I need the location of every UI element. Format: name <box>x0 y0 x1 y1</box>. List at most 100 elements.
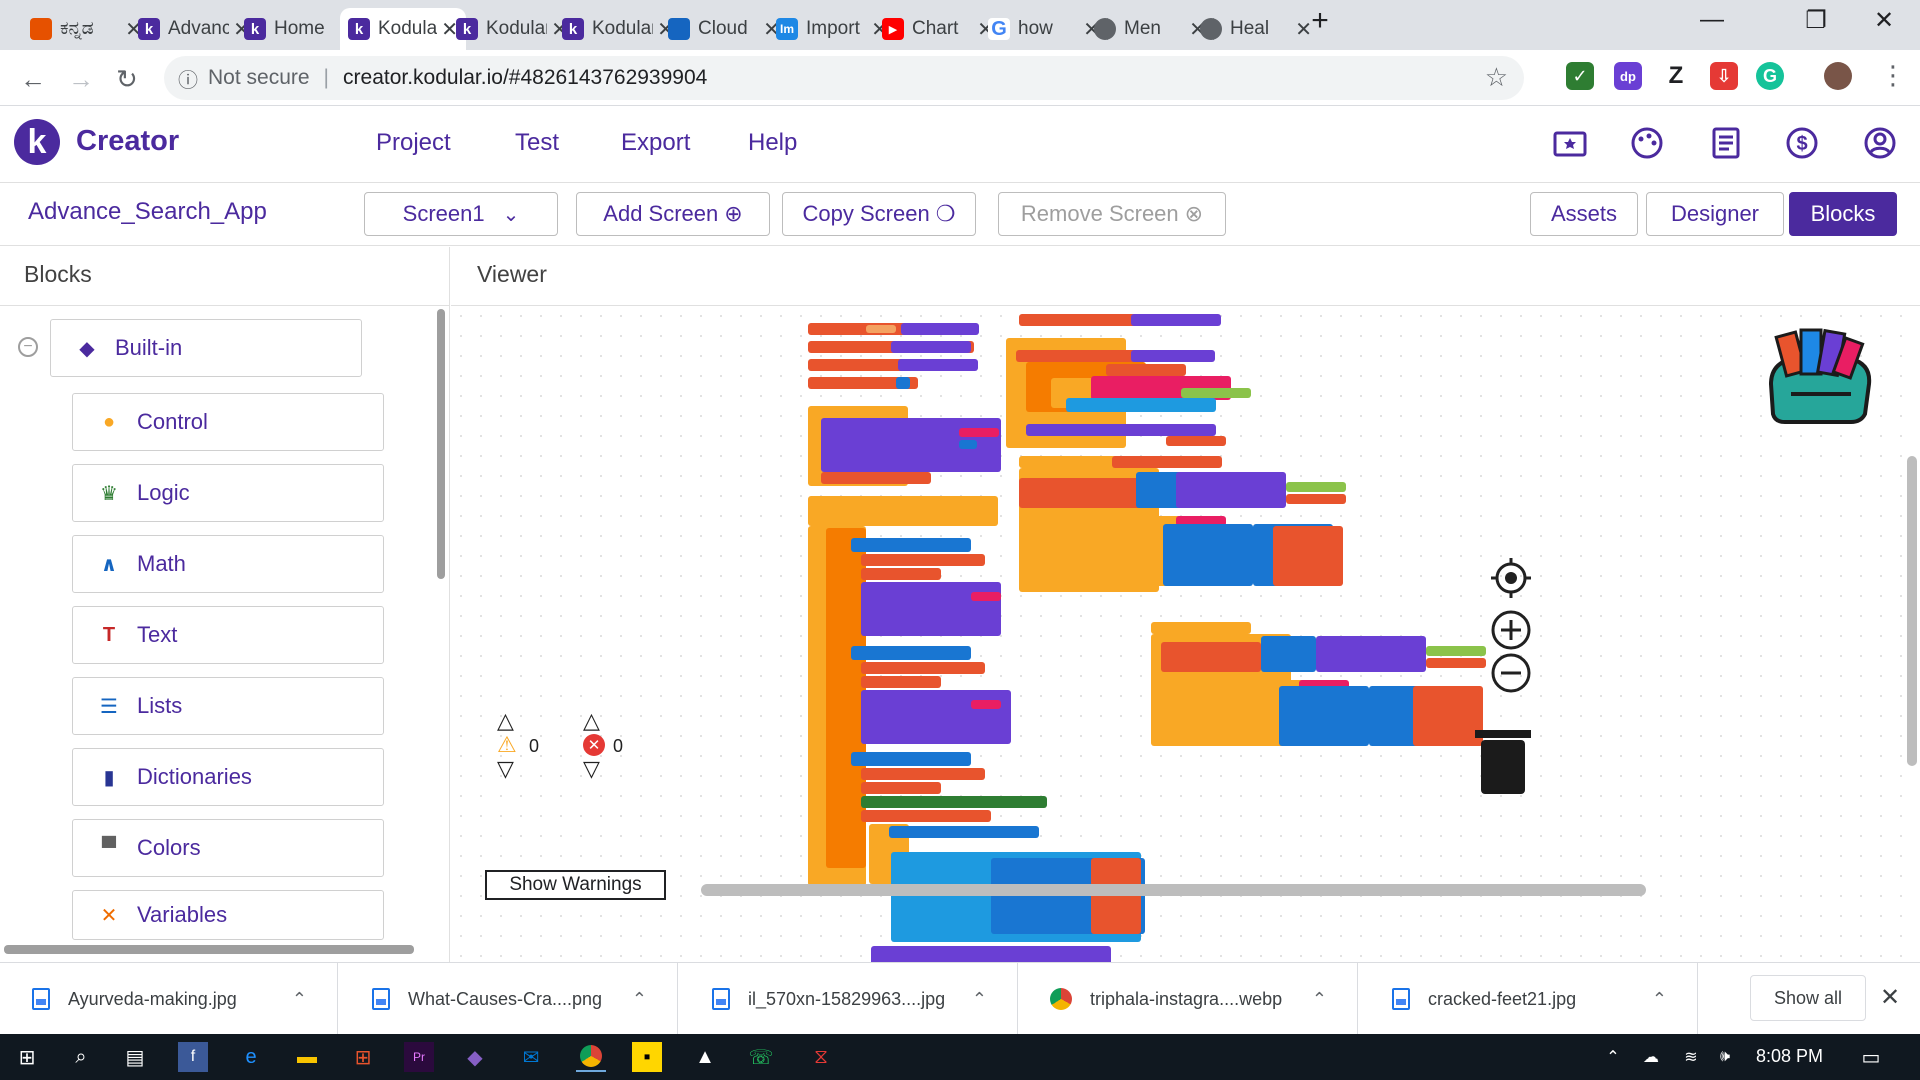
extension-icon[interactable]: ✓ <box>1566 62 1594 90</box>
chevron-up-icon[interactable]: ⌃ <box>972 989 987 1010</box>
block-create-empty-list[interactable] <box>891 341 971 353</box>
block-set-visible[interactable] <box>861 796 1047 808</box>
window-close-icon[interactable]: ✕ <box>1864 6 1904 35</box>
block-create-empty-list[interactable] <box>901 323 979 335</box>
palette-item-dictionaries[interactable]: ▮ Dictionaries <box>72 748 384 806</box>
trash-icon[interactable] <box>1471 724 1535 796</box>
block-event-got-column[interactable] <box>808 496 998 526</box>
address-bar[interactable]: ⓘ Not secure | creator.kodular.io/#48261… <box>164 56 1524 100</box>
block-compare[interactable] <box>851 646 971 660</box>
store-icon[interactable]: ⊞ <box>348 1042 378 1072</box>
sticky-notes-icon[interactable]: ▪ <box>632 1042 662 1072</box>
warnings-down-arrow-icon[interactable]: ▽ <box>497 756 514 782</box>
palette-item-lists[interactable]: ☰ Lists <box>72 677 384 735</box>
block-compare[interactable] <box>851 538 971 552</box>
remove-screen-button[interactable]: Remove Screen ⊗ <box>998 192 1226 236</box>
block-initialize-local[interactable] <box>1016 350 1146 362</box>
block-add-items-to-list[interactable] <box>1066 398 1216 412</box>
network-icon[interactable]: ☁ <box>1636 1042 1666 1072</box>
chevron-up-icon[interactable]: ⌃ <box>1312 989 1327 1010</box>
file-explorer-icon[interactable]: ▬ <box>292 1042 322 1072</box>
errors-up-arrow-icon[interactable]: △ <box>583 708 600 734</box>
menu-help[interactable]: Help <box>748 129 797 157</box>
account-icon[interactable] <box>1860 123 1900 163</box>
block-initialize-local[interactable] <box>861 810 991 822</box>
backpack-icon[interactable] <box>1761 324 1875 424</box>
add-screen-button[interactable]: Add Screen ⊕ <box>576 192 770 236</box>
download-item[interactable]: What-Causes-Cra....png ⌃ <box>340 963 678 1035</box>
z-extension-icon[interactable]: Z <box>1662 62 1690 90</box>
profile-avatar[interactable] <box>1824 62 1852 90</box>
block-compare[interactable] <box>851 752 971 766</box>
block-set-global[interactable] <box>1161 642 1261 672</box>
documentation-icon[interactable] <box>1705 123 1745 163</box>
blocks-workspace[interactable]: △ ⚠ 0 ▽ △ ✕ 0 ▽ <box>451 305 1920 962</box>
palette-scrollbar[interactable] <box>437 309 445 579</box>
palette-horizontal-scrollbar[interactable] <box>4 945 414 954</box>
errors-down-arrow-icon[interactable]: ▽ <box>583 756 600 782</box>
dollar-icon[interactable]: $ <box>1782 123 1822 163</box>
block-set-global[interactable] <box>861 768 985 780</box>
kodular-logo[interactable]: k <box>14 119 60 165</box>
screen-select[interactable]: Screen1 ⌄ <box>364 192 558 236</box>
chevron-up-icon[interactable]: ⌃ <box>632 989 647 1010</box>
new-tab-button[interactable]: + <box>1300 4 1340 38</box>
show-all-downloads-button[interactable]: Show all <box>1750 975 1866 1021</box>
palette-item-math[interactable]: ∧ Math <box>72 535 384 593</box>
workspace-horizontal-scrollbar[interactable] <box>701 884 1646 896</box>
block-event-icon-click[interactable] <box>1151 622 1251 634</box>
block-set-global[interactable] <box>861 676 941 688</box>
palette-item-colors[interactable]: ▀ Colors <box>72 819 384 877</box>
download-item[interactable]: cracked-feet21.jpg ⌃ <box>1360 963 1698 1035</box>
copy-screen-button[interactable]: Copy Screen ❍ <box>782 192 976 236</box>
block-create-empty-list[interactable] <box>1131 314 1221 326</box>
mail-icon[interactable]: ✉ <box>516 1042 546 1072</box>
visual-studio-icon[interactable]: ◆ <box>460 1042 490 1072</box>
minimize-icon[interactable]: — <box>1692 6 1732 34</box>
workspace-vertical-scrollbar[interactable] <box>1907 456 1917 766</box>
download-extension-icon[interactable]: ⇩ <box>1710 62 1738 90</box>
palette-icon[interactable] <box>1627 123 1667 163</box>
menu-test[interactable]: Test <box>515 129 559 157</box>
block-spreadsheet-get-column[interactable] <box>861 690 1011 744</box>
whatsapp-icon[interactable]: ☏ <box>746 1042 776 1072</box>
palette-item-control[interactable]: ● Control <box>72 393 384 451</box>
blocks-button[interactable]: Blocks <box>1789 192 1897 236</box>
folder-star-icon[interactable] <box>1550 123 1590 163</box>
block-set-global[interactable] <box>861 782 941 794</box>
menu-dots-icon[interactable]: ⋮ <box>1880 60 1906 91</box>
recenter-icon[interactable] <box>1489 556 1533 600</box>
grammarly-icon[interactable]: G <box>1756 62 1784 90</box>
block-set-global[interactable] <box>861 662 985 674</box>
palette-item-text[interactable]: T Text <box>72 606 384 664</box>
block-create-empty-list[interactable] <box>1131 350 1215 362</box>
url-text[interactable]: creator.kodular.io/#4826143762939904 <box>343 66 707 90</box>
notifications-icon[interactable]: ▭ <box>1856 1042 1886 1072</box>
restore-icon[interactable]: ❐ <box>1796 6 1836 35</box>
palette-item-logic[interactable]: ♛ Logic <box>72 464 384 522</box>
download-item[interactable]: il_570xn-15829963....jpg ⌃ <box>680 963 1018 1035</box>
menu-project[interactable]: Project <box>376 129 451 157</box>
block-coin-tree-set[interactable] <box>1026 424 1216 436</box>
extension-icon[interactable]: dp <box>1614 62 1642 90</box>
warnings-up-arrow-icon[interactable]: △ <box>497 708 514 734</box>
search-icon[interactable]: ⌕ <box>66 1042 96 1072</box>
close-downloads-icon[interactable]: ✕ <box>1880 983 1900 1012</box>
block-coin-tree-initialize-scroll[interactable] <box>871 946 1111 962</box>
block-number[interactable] <box>896 377 910 389</box>
info-icon[interactable]: ⓘ <box>178 64 198 93</box>
menu-export[interactable]: Export <box>621 129 690 157</box>
block-spreadsheet-get-column[interactable] <box>861 582 1001 636</box>
windows-start-icon[interactable]: ⊞ <box>12 1042 42 1072</box>
block-event-element-click[interactable] <box>1019 456 1119 468</box>
photos-icon[interactable]: ▲ <box>690 1042 720 1072</box>
download-item[interactable]: triphala-instagra....webp ⌃ <box>1020 963 1358 1035</box>
palette-item-variables[interactable]: ✕ Variables <box>72 890 384 940</box>
show-warnings-button[interactable]: Show Warnings <box>485 870 666 900</box>
download-item[interactable]: Ayurveda-making.jpg ⌃ <box>0 963 338 1035</box>
premiere-icon[interactable]: Pr <box>404 1042 434 1072</box>
collapse-icon[interactable]: − <box>18 337 38 357</box>
designer-button[interactable]: Designer <box>1646 192 1784 236</box>
block-if-else[interactable] <box>826 528 866 868</box>
acrobat-icon[interactable]: ⧖ <box>806 1042 836 1072</box>
